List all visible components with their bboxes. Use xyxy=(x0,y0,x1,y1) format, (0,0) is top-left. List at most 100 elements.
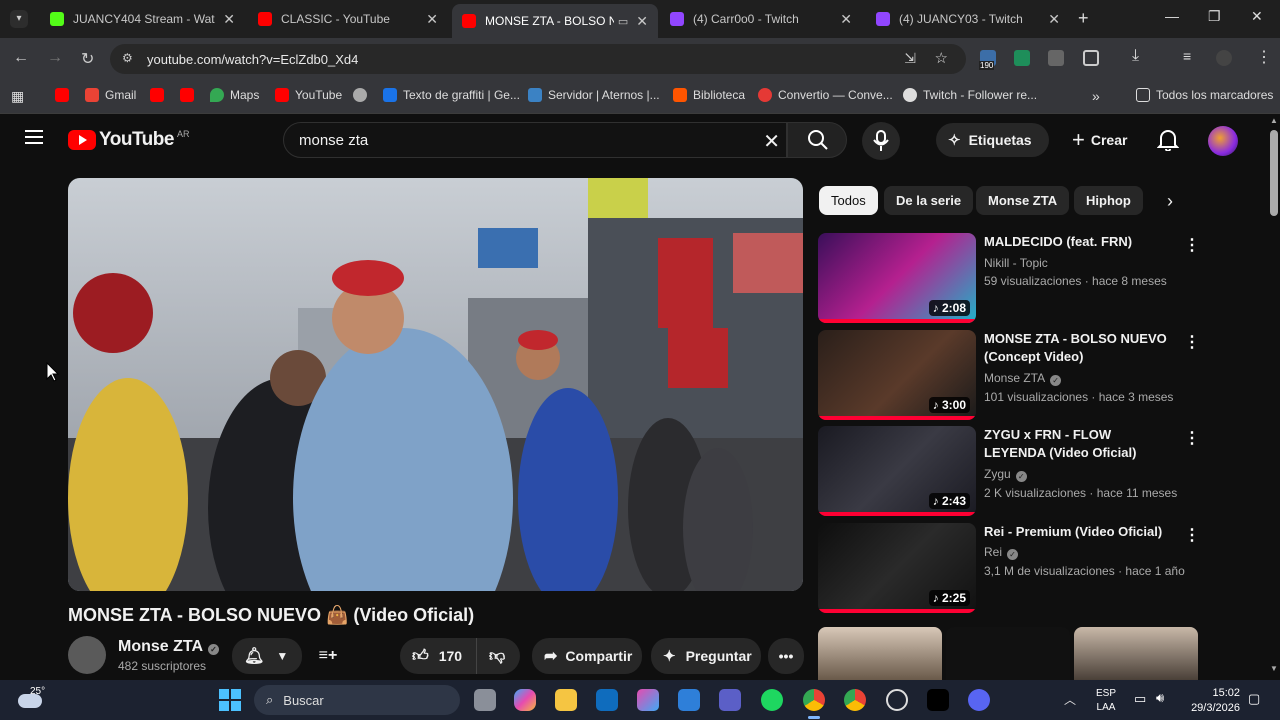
tiktok-icon[interactable] xyxy=(927,689,949,711)
bookmark-item[interactable]: Texto de graffiti | Ge... xyxy=(383,88,520,102)
maximize-icon[interactable]: ❐ xyxy=(1208,8,1221,25)
chevron-right-icon[interactable]: » xyxy=(1092,88,1100,104)
channel-name[interactable]: Monse ZTA ✓ xyxy=(118,638,220,656)
browser-tab-active[interactable]: MONSE ZTA - BOLSO N ▭ ✕ xyxy=(452,4,658,38)
bookmark-item[interactable]: Convertio — Conve... xyxy=(758,88,893,102)
search-button[interactable] xyxy=(787,122,847,158)
youtube-logo[interactable]: YouTube AR xyxy=(68,129,189,151)
puzzle-icon[interactable] xyxy=(1083,50,1099,66)
browser-tab[interactable]: (4) JUANCY03 - Twitch ✕ xyxy=(866,4,1070,34)
like-button[interactable]: 👍︎ 170 xyxy=(400,638,476,674)
close-icon[interactable]: ✕ xyxy=(1048,11,1060,28)
bookmark-item[interactable] xyxy=(353,88,373,102)
share-button[interactable]: ➦ Compartir xyxy=(532,638,642,674)
bookmark-star-icon[interactable]: ☆ xyxy=(935,49,948,67)
short-thumbnail[interactable] xyxy=(818,627,942,680)
file-explorer-icon[interactable] xyxy=(555,689,577,711)
short-thumbnail[interactable] xyxy=(1074,627,1198,680)
browser-tab[interactable]: CLASSIC - YouTube ✕ xyxy=(248,4,448,34)
ask-button[interactable]: ✦ Preguntar xyxy=(651,638,761,674)
more-vertical-icon[interactable]: ⋮ xyxy=(1184,235,1200,255)
minimize-icon[interactable]: — xyxy=(1165,8,1179,24)
bookmark-item[interactable]: Servidor | Aternos |... xyxy=(528,88,660,102)
download-icon[interactable]: ⤓ xyxy=(1132,47,1139,65)
bookmark-item[interactable] xyxy=(55,88,75,102)
cast-icon[interactable]: ▭ xyxy=(618,15,628,28)
openai-icon[interactable] xyxy=(886,689,908,711)
video-thumbnail[interactable]: ♪ 3:00 xyxy=(818,330,976,420)
profile-icon[interactable] xyxy=(1216,50,1232,66)
close-icon[interactable]: ✕ xyxy=(636,13,648,30)
clear-search-icon[interactable]: ✕ xyxy=(763,129,780,154)
tab-search-button[interactable]: ▾ xyxy=(10,10,28,28)
search-input[interactable]: monse zta ✕ xyxy=(283,122,787,158)
bookmark-item[interactable]: Twitch - Follower re... xyxy=(903,88,1037,102)
video-thumbnail[interactable]: ♪ 2:08 xyxy=(818,233,976,323)
site-info-icon[interactable]: ⚙ xyxy=(122,51,133,65)
save-to-playlist-button[interactable]: ≡+ xyxy=(310,638,346,674)
menu-icon[interactable]: ⋮ xyxy=(1256,47,1272,67)
forward-icon[interactable]: → xyxy=(47,49,63,67)
bookmark-item[interactable] xyxy=(150,88,170,102)
start-button[interactable] xyxy=(219,689,241,711)
copilot-icon[interactable] xyxy=(514,689,536,711)
chrome-icon[interactable] xyxy=(844,689,866,711)
channel-name[interactable]: Zygu ✓ xyxy=(984,467,1027,482)
browser-tab[interactable]: JUANCY404 Stream - Watch ✕ xyxy=(40,4,245,34)
bookmark-item[interactable]: Biblioteca xyxy=(673,88,745,102)
tags-button[interactable]: ✧ Etiquetas xyxy=(936,123,1049,157)
chip-series[interactable]: De la serie xyxy=(884,186,974,215)
volume-icon[interactable]: 🔊︎ xyxy=(1156,690,1164,706)
teams-icon[interactable] xyxy=(719,689,741,711)
outlook-icon[interactable] xyxy=(596,689,618,711)
extension-icon[interactable] xyxy=(1014,50,1030,66)
hamburger-menu-icon[interactable] xyxy=(25,130,43,144)
channel-name[interactable]: Monse ZTA ✓ xyxy=(984,371,1062,386)
new-tab-button[interactable]: + xyxy=(1078,8,1089,29)
all-bookmarks[interactable]: Todos los marcadores xyxy=(1136,88,1273,102)
clock[interactable]: 15:02 29/3/2026 xyxy=(1186,686,1240,716)
chrome-icon[interactable] xyxy=(803,689,825,711)
voice-search-button[interactable] xyxy=(862,122,900,160)
channel-name[interactable]: Rei ✓ xyxy=(984,545,1019,560)
more-actions-button[interactable]: ••• xyxy=(768,638,804,674)
close-icon[interactable]: ✕ xyxy=(426,11,438,28)
bookmark-item[interactable]: YouTube xyxy=(275,88,342,102)
more-vertical-icon[interactable]: ⋮ xyxy=(1184,428,1200,448)
chip-monse-zta[interactable]: Monse ZTA xyxy=(976,186,1070,215)
address-bar[interactable]: ⚙ youtube.com/watch?v=EclZdb0_Xd4 ⇲ ☆ xyxy=(110,44,966,74)
more-vertical-icon[interactable]: ⋮ xyxy=(1184,525,1200,545)
chevron-up-icon[interactable]: ︿ xyxy=(1064,691,1076,708)
taskbar-search[interactable]: ⌕ Buscar xyxy=(254,685,460,715)
network-icon[interactable]: ▭ xyxy=(1134,691,1146,707)
create-button[interactable]: + Crear xyxy=(1060,123,1138,157)
close-icon[interactable]: ✕ xyxy=(223,11,235,28)
notification-icon[interactable]: ▢ xyxy=(1248,691,1260,707)
page-scrollbar[interactable]: ▲ ▼ xyxy=(1268,114,1280,680)
chip-hiphop[interactable]: Hiphop xyxy=(1074,186,1143,215)
list-item[interactable]: ♪ 2:25 Rei - Premium (Video Oficial) Rei… xyxy=(818,523,1208,613)
spotify-icon[interactable] xyxy=(761,689,783,711)
channel-name[interactable]: Nikill - Topic xyxy=(984,256,1048,270)
list-item[interactable]: ♪ 3:00 MONSE ZTA - BOLSO NUEVO (Concept … xyxy=(818,330,1208,420)
list-item[interactable]: ♪ 2:08 MALDECIDO (feat. FRN) Nikill - To… xyxy=(818,233,1208,323)
dislike-button[interactable]: 👎︎ xyxy=(476,638,520,674)
install-icon[interactable]: ⇲ xyxy=(904,50,916,67)
scrollbar-thumb[interactable] xyxy=(1270,130,1278,216)
list-item[interactable]: ♪ 2:43 ZYGU x FRN - FLOW LEYENDA (Video … xyxy=(818,426,1208,516)
bookmark-item[interactable] xyxy=(180,88,200,102)
short-thumbnail[interactable] xyxy=(946,627,1070,680)
bookmark-item[interactable]: Gmail xyxy=(85,88,136,102)
scrollbar-down-icon[interactable]: ▼ xyxy=(1270,664,1278,673)
close-icon[interactable]: ✕ xyxy=(840,11,852,28)
bookmark-item[interactable]: Maps xyxy=(210,88,259,102)
language-indicator[interactable]: ESP LAA xyxy=(1096,687,1116,715)
task-view-icon[interactable] xyxy=(474,689,496,711)
store-icon[interactable] xyxy=(678,689,700,711)
subscription-bell-button[interactable]: 🔔︎ ▼ xyxy=(232,638,302,674)
video-player[interactable] xyxy=(68,178,803,591)
discord-icon[interactable] xyxy=(968,689,990,711)
more-vertical-icon[interactable]: ⋮ xyxy=(1184,332,1200,352)
weather-widget[interactable]: 25° xyxy=(18,686,45,713)
video-thumbnail[interactable]: ♪ 2:43 xyxy=(818,426,976,516)
